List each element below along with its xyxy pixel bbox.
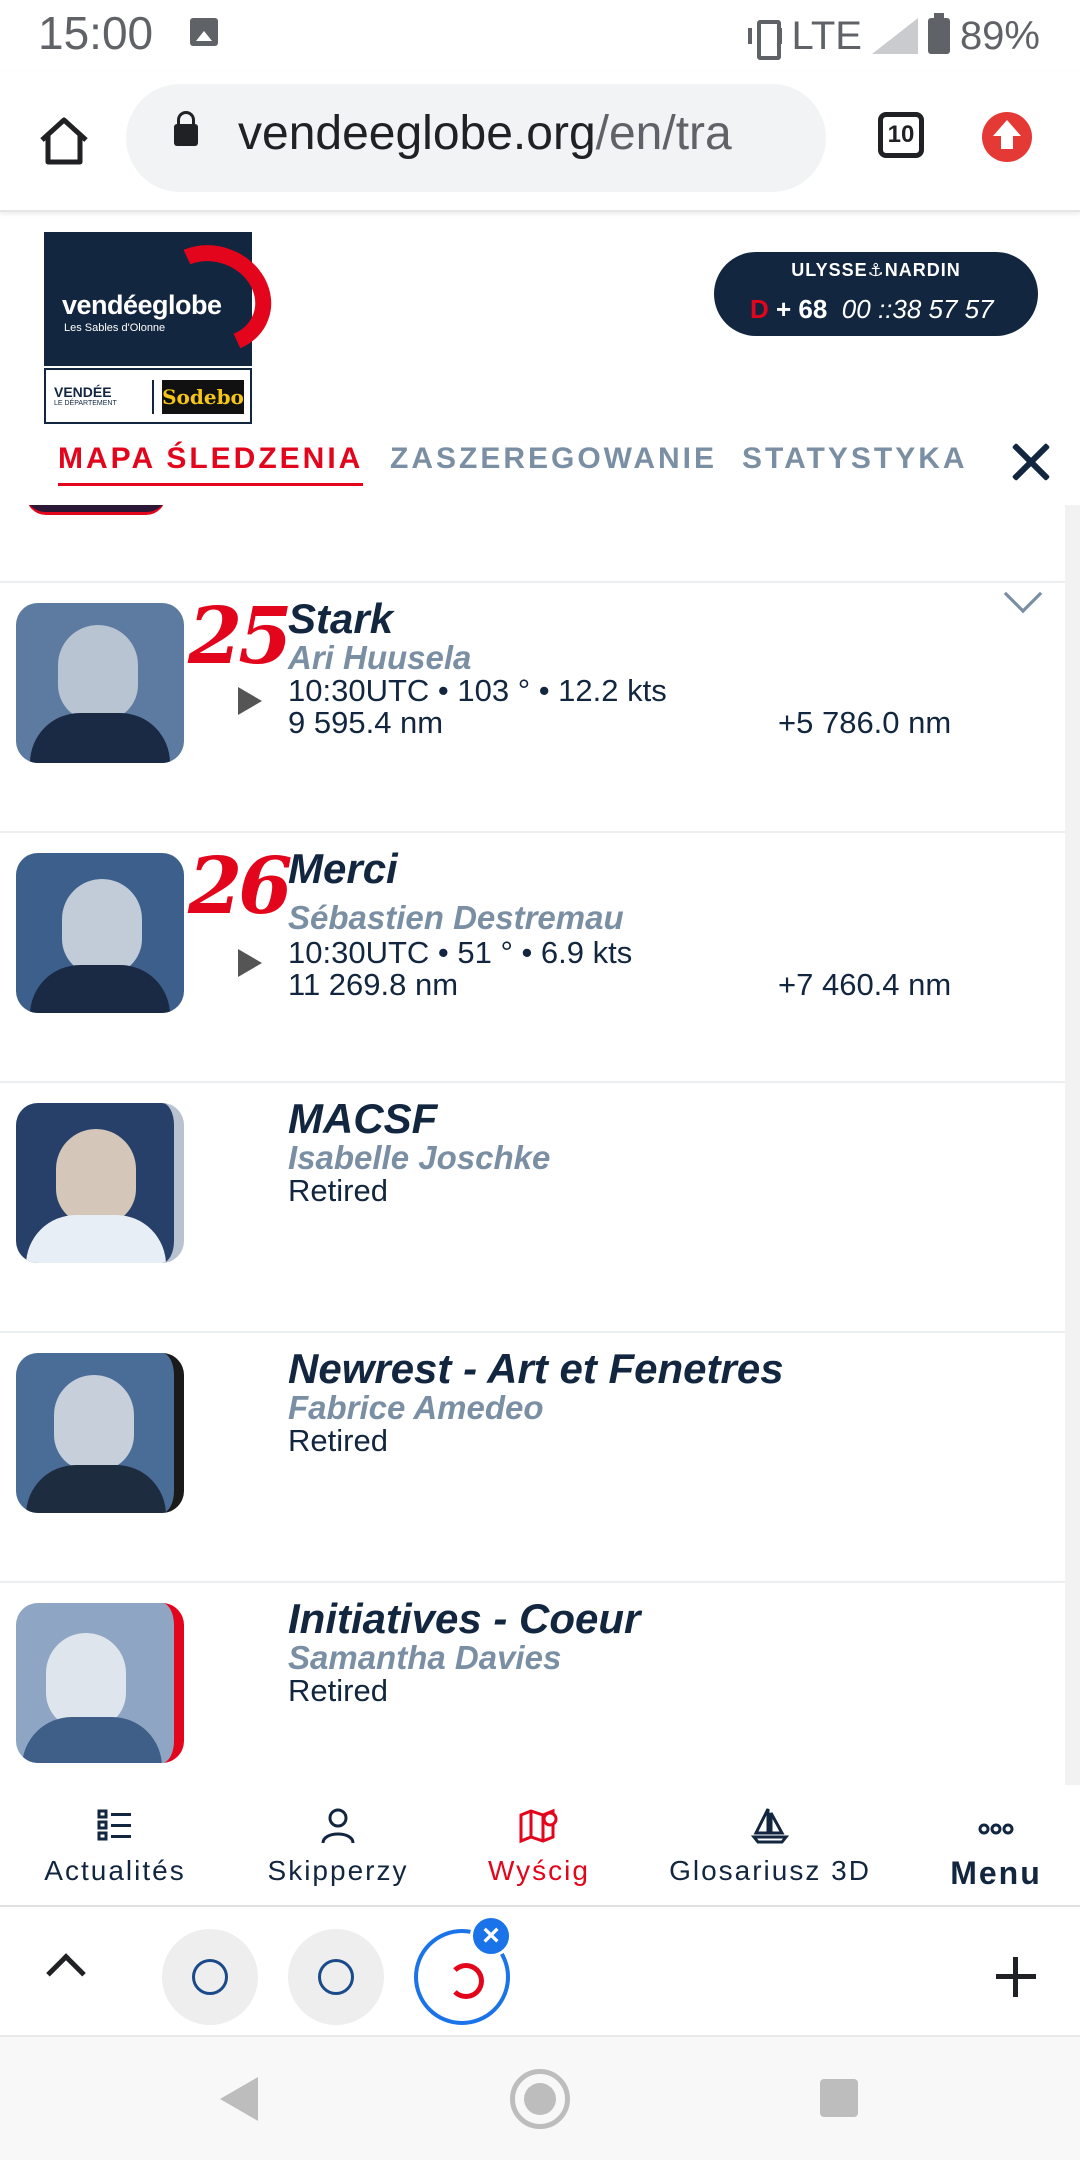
boat-name: Merci xyxy=(288,845,398,892)
network-type: LTE xyxy=(791,13,862,58)
signal-icon xyxy=(871,18,918,54)
nav-news[interactable]: Actualités xyxy=(30,1805,200,1887)
address-bar[interactable]: vendeeglobe.org/en/tra xyxy=(126,84,826,192)
logo-subtext: Les Sables d'Olonne xyxy=(64,322,166,334)
retired-status: Retired xyxy=(288,1423,388,1458)
vendee-sponsor: VENDÉE LE DÉPARTEMENT xyxy=(54,384,117,407)
lock-icon xyxy=(174,111,198,146)
more-icon xyxy=(978,1823,1014,1835)
nav-menu[interactable]: Menu xyxy=(936,1805,1056,1892)
boat-name: Newrest - Art et Fenetres xyxy=(288,1345,784,1392)
close-icon[interactable] xyxy=(1008,440,1052,484)
retired-status: Retired xyxy=(288,1173,388,1208)
tab-ranking[interactable]: ZASZEREGOWANIE xyxy=(390,442,717,476)
list-item[interactable]: MACSF Isabelle Joschke Retired xyxy=(0,1081,1065,1331)
play-icon[interactable] xyxy=(238,687,262,715)
new-tab-plus-icon[interactable] xyxy=(996,1957,1036,1997)
battery-level: 89% xyxy=(959,13,1040,58)
tab-statistics[interactable]: STATYSTYKA xyxy=(742,442,968,476)
image-notification-icon xyxy=(190,18,218,46)
nav-glossary-3d[interactable]: Glosariusz 3D xyxy=(660,1805,880,1887)
list-icon xyxy=(97,1809,131,1841)
list-item[interactable]: 26 Merci Sébastien Destremau 10:30UTC • … xyxy=(0,831,1065,1081)
retired-status: Retired xyxy=(288,1673,388,1708)
position-info: 10:30UTC • 103 ° • 12.2 kts xyxy=(288,673,667,708)
skipper-avatar xyxy=(16,1103,184,1263)
status-right: LTE 89% xyxy=(747,8,1040,64)
sodebo-sponsor: Sodebo xyxy=(162,380,244,414)
sailboat-icon xyxy=(750,1808,790,1844)
partial-avatar xyxy=(26,505,166,515)
rank-number: 26 xyxy=(188,841,293,932)
status-bar: 15:00 LTE 89% xyxy=(0,0,1080,72)
distance-to-finish: 11 269.8 nm xyxy=(288,967,459,1002)
distance-to-leader: +7 460.4 nm xyxy=(778,967,952,1002)
chevron-up-icon[interactable] xyxy=(46,1953,86,1993)
nav-skippers[interactable]: Skipperzy xyxy=(258,1805,418,1887)
tab-thumbnail[interactable] xyxy=(288,1929,384,2025)
ranking-list[interactable]: 25 Stark Ari Huusela 10:30UTC • 103 ° • … xyxy=(0,505,1065,1785)
back-icon[interactable] xyxy=(220,2077,258,2121)
nav-race[interactable]: Wyścig xyxy=(474,1805,604,1887)
site-bottom-nav: Actualités Skipperzy Wyścig Glosariusz 3… xyxy=(0,1785,1080,1905)
list-item[interactable]: Newrest - Art et Fenetres Fabrice Amedeo… xyxy=(0,1331,1065,1581)
close-tab-icon[interactable]: × xyxy=(470,1915,512,1957)
boat-name: Initiatives - Coeur xyxy=(288,1595,641,1642)
chevron-down-icon[interactable] xyxy=(1003,574,1043,614)
skipper-name: Samantha Davies xyxy=(288,1639,562,1676)
logo-text: vendéeglobe xyxy=(62,290,222,320)
battery-icon xyxy=(927,13,950,54)
skipper-avatar xyxy=(16,853,184,1013)
android-nav-bar xyxy=(0,2035,1080,2160)
skipper-name: Isabelle Joschke xyxy=(288,1139,551,1176)
position-info: 10:30UTC • 51 ° • 6.9 kts xyxy=(288,935,633,970)
recents-icon[interactable] xyxy=(820,2079,858,2117)
race-timer: ULYSSE⚓NARDIN D + 68 00 ::38 57 57 xyxy=(714,252,1038,336)
list-scrollbar[interactable] xyxy=(1065,505,1080,1785)
map-icon xyxy=(519,1808,558,1844)
skipper-avatar xyxy=(16,1353,184,1513)
vendee-globe-logo[interactable]: vendéeglobe Les Sables d'Olonne xyxy=(44,228,287,370)
list-item[interactable]: Initiatives - Coeur Samantha Davies Reti… xyxy=(0,1581,1065,1785)
url-text[interactable]: vendeeglobe.org/en/tra xyxy=(238,106,798,166)
vendee-favicon-icon xyxy=(448,1963,484,1999)
distance-to-finish: 9 595.4 nm xyxy=(288,705,444,740)
distance-to-leader: +5 786.0 nm xyxy=(778,705,952,740)
timer-count: D + 68 00 ::38 57 57 xyxy=(750,294,994,324)
sponsor-divider xyxy=(152,380,154,414)
sailboat-favicon-icon xyxy=(318,1959,354,1995)
timer-brand: ULYSSE⚓NARDIN xyxy=(791,260,961,280)
skipper-name: Sébastien Destremau xyxy=(288,899,624,936)
status-time: 15:00 xyxy=(38,7,154,59)
play-icon[interactable] xyxy=(238,949,262,977)
tab-switcher-button[interactable]: 10 xyxy=(878,112,924,158)
boat-name: Stark xyxy=(288,595,394,642)
browser-toolbar: vendeeglobe.org/en/tra 10 xyxy=(0,72,1080,212)
boat-name: MACSF xyxy=(288,1095,438,1142)
tab-tracking-map[interactable]: MAPA ŚLEDZENIA xyxy=(58,442,364,486)
skipper-name: Fabrice Amedeo xyxy=(288,1389,544,1426)
vibrate-icon xyxy=(747,18,782,60)
update-icon[interactable] xyxy=(982,112,1032,162)
browser-tab-strip: × xyxy=(0,1905,1080,2035)
rank-number: 25 xyxy=(188,591,293,682)
skipper-avatar xyxy=(16,1603,184,1763)
home-icon[interactable] xyxy=(36,112,92,168)
sailboat-favicon-icon xyxy=(192,1959,228,1995)
skipper-name: Ari Huusela xyxy=(288,639,472,676)
list-item[interactable]: 25 Stark Ari Huusela 10:30UTC • 103 ° • … xyxy=(0,574,1065,831)
user-icon xyxy=(321,1808,355,1844)
sponsor-logos: VENDÉE LE DÉPARTEMENT Sodebo xyxy=(44,368,252,424)
skipper-avatar xyxy=(16,603,184,763)
tab-thumbnail[interactable] xyxy=(162,1929,258,2025)
home-button-icon[interactable] xyxy=(510,2069,570,2129)
